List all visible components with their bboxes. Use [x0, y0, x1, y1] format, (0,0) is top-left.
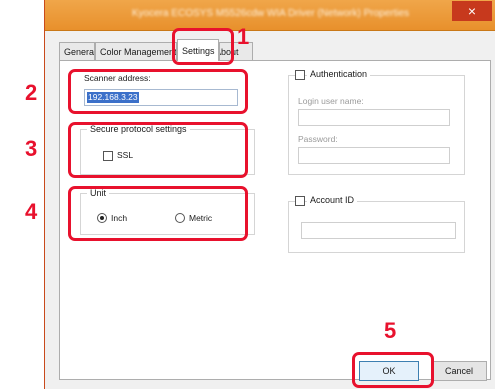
account-id-checkbox[interactable] [295, 196, 305, 206]
callout-number-2: 2 [25, 80, 38, 105]
password-input[interactable] [298, 147, 450, 164]
tab-general[interactable]: General [59, 42, 95, 60]
callout-number-5: 5 [384, 318, 397, 343]
callout-box-scanner-address [68, 69, 248, 114]
callout-box-unit [68, 186, 248, 241]
authentication-label: Authentication [307, 69, 371, 79]
title-bar[interactable]: Kyocera ECOSYS M5526cdw WIA Driver (Netw… [45, 0, 495, 31]
callout-number-4: 4 [25, 199, 38, 224]
close-button[interactable]: × [452, 1, 492, 21]
callout-box-ok [352, 352, 434, 388]
cancel-button[interactable]: Cancel [431, 361, 487, 381]
account-id-label: Account ID [307, 195, 358, 205]
account-id-group: Account ID [288, 195, 465, 253]
password-label: Password: [298, 134, 338, 144]
authentication-checkbox[interactable] [295, 70, 305, 80]
callout-number-1: 1 [237, 24, 250, 49]
account-id-input[interactable] [301, 222, 456, 239]
tab-color-management[interactable]: Color Management [95, 42, 177, 60]
callout-box-secure-protocol [68, 122, 248, 178]
login-user-name-input[interactable] [298, 109, 450, 126]
login-user-name-label: Login user name: [298, 96, 364, 106]
authentication-group: Authentication Login user name: Password… [288, 69, 465, 175]
callout-number-3: 3 [25, 136, 38, 161]
window-title: Kyocera ECOSYS M5526cdw WIA Driver (Netw… [131, 8, 410, 19]
tab-settings[interactable]: Settings [177, 39, 219, 61]
